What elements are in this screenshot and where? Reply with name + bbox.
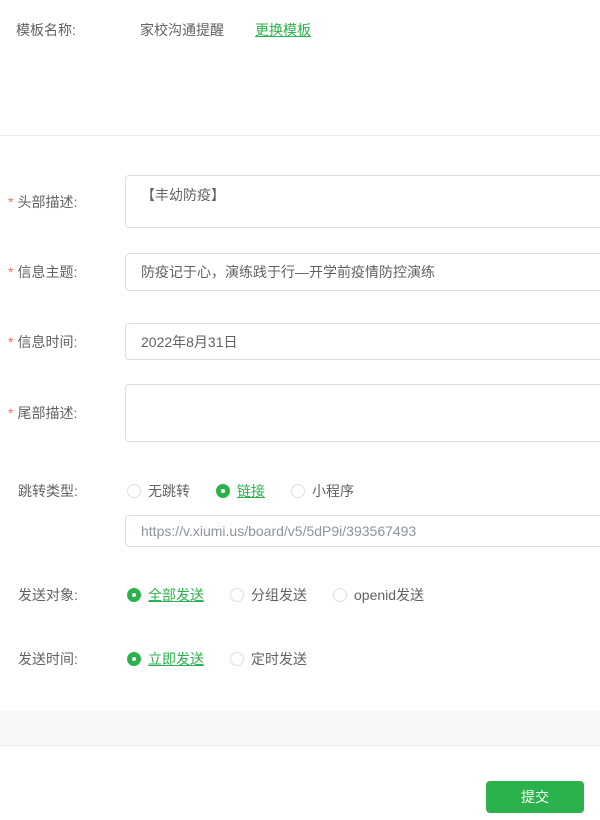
jump-type-label: 跳转类型: bbox=[18, 483, 78, 499]
send-target-radio-group: 全部发送 分组发送 openid发送 bbox=[127, 585, 424, 605]
jump-url-input[interactable]: https://v.xiumi.us/board/v5/5dP9i/393567… bbox=[125, 515, 600, 547]
radio-link[interactable]: 链接 bbox=[216, 481, 265, 501]
radio-send-now[interactable]: 立即发送 bbox=[127, 649, 204, 669]
radio-circle-icon[interactable] bbox=[291, 484, 305, 498]
template-message-form: 模板名称: 家校沟通提醒 更换模板 * 头部描述: 【丰幼防疫】 * 信息主题:… bbox=[0, 0, 600, 820]
radio-send-scheduled[interactable]: 定时发送 bbox=[230, 649, 307, 669]
radio-circle-icon[interactable] bbox=[127, 484, 141, 498]
change-template-link[interactable]: 更换模板 bbox=[255, 20, 311, 40]
footer-divider-band bbox=[0, 710, 600, 746]
radio-send-group[interactable]: 分组发送 bbox=[230, 585, 307, 605]
header-desc-label: * 头部描述: bbox=[8, 193, 78, 210]
radio-circle-icon[interactable] bbox=[230, 652, 244, 666]
send-time-radio-group: 立即发送 定时发送 bbox=[127, 649, 307, 669]
radio-checked-icon[interactable] bbox=[216, 484, 230, 498]
subject-input[interactable]: 防疫记于心，演练践于行—开学前疫情防控演练 bbox=[125, 253, 600, 291]
radio-circle-icon[interactable] bbox=[333, 588, 347, 602]
radio-send-openid[interactable]: openid发送 bbox=[333, 585, 424, 605]
jump-type-radio-group: 无跳转 链接 小程序 bbox=[127, 481, 354, 501]
submit-button[interactable]: 提交 bbox=[486, 781, 584, 813]
footer-desc-input[interactable] bbox=[125, 384, 600, 442]
template-name-label: 模板名称: bbox=[16, 22, 76, 38]
time-input[interactable]: 2022年8月31日 bbox=[125, 323, 600, 360]
required-asterisk: * bbox=[8, 264, 14, 280]
radio-miniprogram[interactable]: 小程序 bbox=[291, 481, 354, 501]
template-name-row: 模板名称: 家校沟通提醒 更换模板 bbox=[0, 20, 600, 40]
radio-send-all[interactable]: 全部发送 bbox=[127, 585, 204, 605]
header-desc-input[interactable]: 【丰幼防疫】 bbox=[125, 175, 600, 228]
send-target-label: 发送对象: bbox=[18, 587, 78, 603]
send-time-label: 发送时间: bbox=[18, 651, 78, 667]
section-divider bbox=[0, 135, 600, 136]
radio-no-jump[interactable]: 无跳转 bbox=[127, 481, 190, 501]
radio-checked-icon[interactable] bbox=[127, 652, 141, 666]
subject-label: * 信息主题: bbox=[8, 264, 78, 280]
template-name-value: 家校沟通提醒 bbox=[140, 22, 224, 38]
footer-desc-label: * 尾部描述: bbox=[8, 405, 78, 421]
radio-circle-icon[interactable] bbox=[230, 588, 244, 602]
radio-checked-icon[interactable] bbox=[127, 588, 141, 602]
time-label: * 信息时间: bbox=[8, 333, 78, 350]
required-asterisk: * bbox=[8, 333, 14, 350]
required-asterisk: * bbox=[8, 193, 14, 210]
required-asterisk: * bbox=[8, 405, 14, 421]
